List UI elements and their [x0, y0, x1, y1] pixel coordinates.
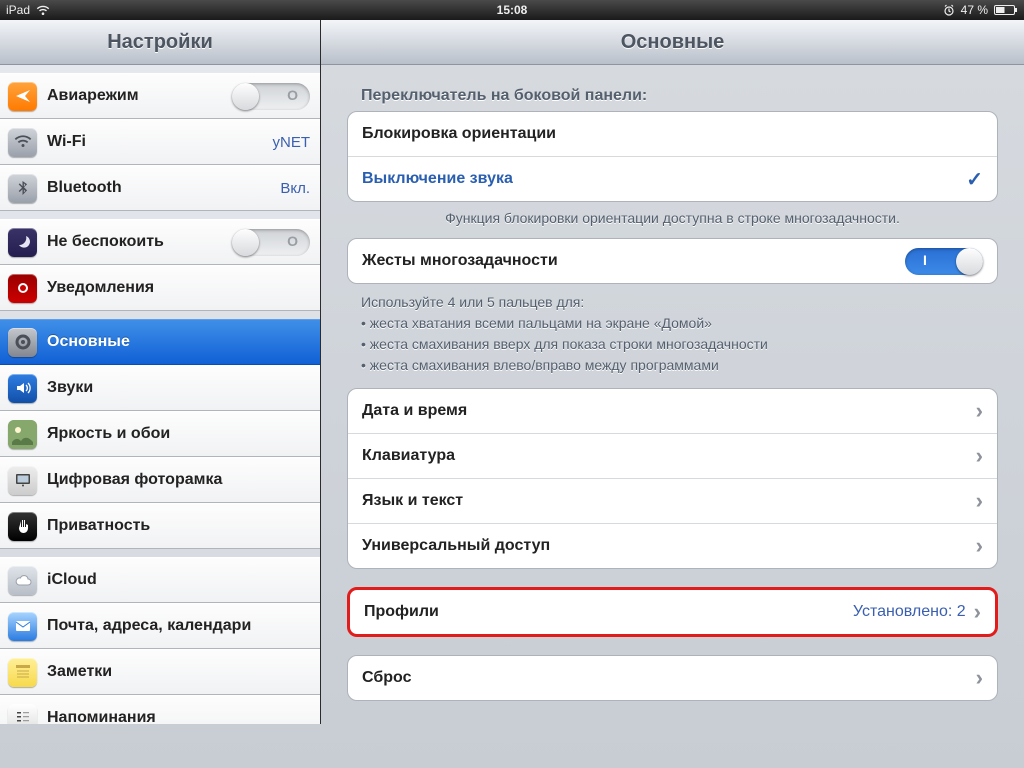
device-label: iPad [6, 3, 30, 17]
chevron-right-icon: › [976, 488, 983, 514]
airplane-icon [8, 82, 37, 111]
wifi-value: yNET [273, 134, 311, 151]
detail-title: Основные [321, 20, 1024, 65]
multitask-toggle[interactable] [905, 248, 983, 275]
checkmark-icon: ✓ [966, 167, 983, 192]
wifi-icon [36, 4, 50, 16]
sidebar-item-frame[interactable]: Цифровая фоторамка [0, 457, 320, 503]
sideswitch-group: Блокировка ориентации Выключение звука ✓ [347, 111, 998, 202]
detail-body[interactable]: Переключатель на боковой панели: Блокиро… [321, 65, 1024, 724]
frame-icon [8, 466, 37, 495]
sidebar-item-airplane[interactable]: Авиарежим [0, 73, 320, 119]
sideswitch-mute[interactable]: Выключение звука ✓ [348, 157, 997, 201]
sidebar-item-label: Яркость и обои [47, 425, 310, 443]
sidebar-item-label: Заметки [47, 663, 310, 681]
sidebar-item-reminders[interactable]: Напоминания [0, 695, 320, 724]
cell-label: Универсальный доступ [362, 537, 968, 555]
multitask-group: Жесты многозадачности [347, 238, 998, 284]
sidebar-item-general[interactable]: Основные [0, 319, 320, 365]
status-bar: iPad 15:08 47 % [0, 0, 1024, 20]
row-keyboard[interactable]: Клавиатура › [348, 434, 997, 479]
sidebar-item-notes[interactable]: Заметки [0, 649, 320, 695]
sidebar-item-label: Основные [47, 333, 310, 351]
sidebar-item-label: Wi-Fi [47, 133, 263, 151]
sidebar-item-sounds[interactable]: Звуки [0, 365, 320, 411]
notes-icon [8, 658, 37, 687]
sidebar-title: Настройки [0, 20, 320, 65]
battery-icon [994, 4, 1018, 16]
chevron-right-icon: › [974, 599, 981, 625]
sidebar-item-icloud[interactable]: iCloud [0, 557, 320, 603]
sidebar-item-privacy[interactable]: Приватность [0, 503, 320, 549]
chevron-right-icon: › [976, 665, 983, 691]
cell-label: Сброс [362, 669, 968, 687]
sidebar-item-label: Приватность [47, 517, 310, 535]
wallpaper-icon [8, 420, 37, 449]
sidebar-item-brightness[interactable]: Яркость и обои [0, 411, 320, 457]
airplane-toggle[interactable] [232, 83, 310, 110]
clock: 15:08 [0, 3, 1024, 17]
sidebar-item-wifi[interactable]: Wi-Fi yNET [0, 119, 320, 165]
mail-icon [8, 612, 37, 641]
sidebar-item-bluetooth[interactable]: Bluetooth Вкл. [0, 165, 320, 211]
moon-icon [8, 228, 37, 257]
cell-label: Выключение звука [362, 170, 958, 188]
profiles-value: Установлено: 2 [853, 603, 966, 621]
sideswitch-footer: Функция блокировки ориентации доступна в… [367, 210, 978, 226]
general-links-group: Дата и время › Клавиатура › Язык и текст… [347, 388, 998, 569]
wifi-settings-icon [8, 128, 37, 157]
sidebar-item-mail[interactable]: Почта, адреса, календари [0, 603, 320, 649]
bt-value: Вкл. [280, 180, 310, 197]
cell-label: Блокировка ориентации [362, 125, 983, 143]
hand-icon [8, 512, 37, 541]
sidebar-item-label: Не беспокоить [47, 233, 222, 251]
reminders-icon [8, 704, 37, 725]
sidebar-item-label: Bluetooth [47, 179, 270, 197]
sidebar: Настройки Авиарежим Wi-Fi yNET [0, 20, 321, 724]
dnd-toggle[interactable] [232, 229, 310, 256]
alarm-icon [943, 4, 955, 16]
sidebar-item-label: Почта, адреса, календари [47, 617, 310, 635]
row-datetime[interactable]: Дата и время › [348, 389, 997, 434]
reset-group: Сброс › [347, 655, 998, 701]
chevron-right-icon: › [976, 443, 983, 469]
sidebar-item-dnd[interactable]: Не беспокоить [0, 219, 320, 265]
row-profiles[interactable]: Профили Установлено: 2 › [350, 590, 995, 634]
detail-pane: Основные Переключатель на боковой панели… [321, 20, 1024, 724]
cell-label: Профили [364, 603, 853, 621]
cloud-icon [8, 566, 37, 595]
sidebar-item-label: Напоминания [47, 709, 310, 724]
sidebar-item-label: Цифровая фоторамка [47, 471, 310, 489]
speaker-icon [8, 374, 37, 403]
row-accessibility[interactable]: Универсальный доступ › [348, 524, 997, 568]
row-reset[interactable]: Сброс › [348, 656, 997, 700]
sidebar-item-label: Авиарежим [47, 87, 222, 105]
cell-label: Дата и время [362, 402, 968, 420]
bluetooth-icon [8, 174, 37, 203]
sidebar-list[interactable]: Авиарежим Wi-Fi yNET Bluetooth Вкл. [0, 65, 320, 724]
multitask-gestures[interactable]: Жесты многозадачности [348, 239, 997, 283]
sidebar-item-notifications[interactable]: Уведомления [0, 265, 320, 311]
cell-label: Клавиатура [362, 447, 968, 465]
profiles-group: Профили Установлено: 2 › [347, 587, 998, 637]
sideswitch-header: Переключатель на боковой панели: [361, 87, 998, 105]
sideswitch-lock-orientation[interactable]: Блокировка ориентации [348, 112, 997, 157]
cell-label: Жесты многозадачности [362, 252, 905, 270]
battery-pct: 47 % [961, 3, 988, 17]
gear-icon [8, 328, 37, 357]
chevron-right-icon: › [976, 398, 983, 424]
device-screen: iPad 15:08 47 % Настройки Авиа [0, 0, 1024, 768]
sidebar-item-label: iCloud [47, 571, 310, 589]
row-language[interactable]: Язык и текст › [348, 479, 997, 524]
cell-label: Язык и текст [362, 492, 968, 510]
sidebar-item-label: Звуки [47, 379, 310, 397]
multitask-description: Используйте 4 или 5 пальцев для: • жеста… [361, 292, 998, 376]
chevron-right-icon: › [976, 533, 983, 559]
sidebar-item-label: Уведомления [47, 279, 310, 297]
notification-icon [8, 274, 37, 303]
